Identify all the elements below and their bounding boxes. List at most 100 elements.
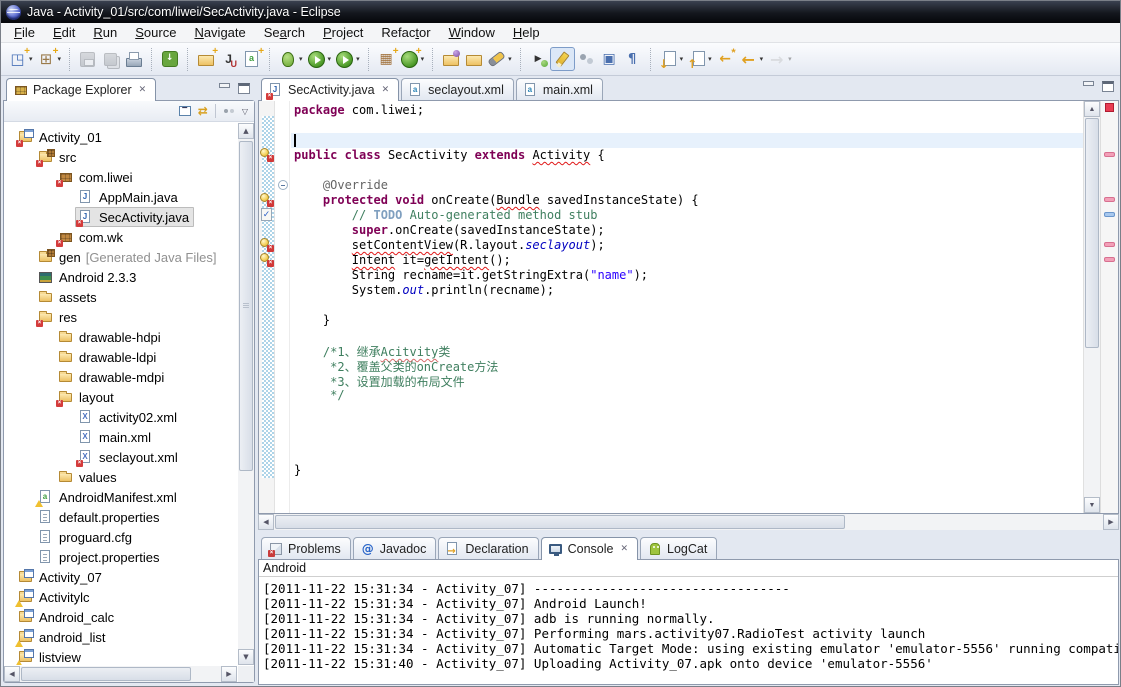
menu-search[interactable]: Search [255, 23, 314, 42]
new-java-project-icon[interactable]: ▾ [35, 47, 64, 71]
scrollbar-thumb[interactable] [275, 515, 845, 529]
error-marker-icon[interactable]: × [260, 193, 274, 207]
error-overview-marker[interactable] [1104, 242, 1115, 247]
menu-file[interactable]: File [5, 23, 44, 42]
save-all-icon[interactable] [99, 47, 122, 71]
tree-item-androidmanifest-xml[interactable]: AndroidManifest.xml [5, 487, 237, 507]
tree-item-com-liwei[interactable]: ×com.liwei [5, 167, 237, 187]
print-icon[interactable] [122, 47, 145, 71]
maximize-icon[interactable] [238, 83, 250, 94]
tree-item-proguard-cfg[interactable]: proguard.cfg [5, 527, 237, 547]
tree-item-drawable-hdpi[interactable]: drawable-hdpi [5, 327, 237, 347]
tree-item-android-2-3-3[interactable]: Android 2.3.3 [5, 267, 237, 287]
dropdown-arrow-icon[interactable]: ▾ [508, 55, 512, 63]
scrollbar-thumb[interactable] [239, 141, 253, 471]
scroll-down-icon[interactable]: ▼ [1084, 497, 1100, 513]
editor-vertical-scrollbar[interactable]: ▲ ▼ [1083, 101, 1100, 513]
mark-occurrences-icon[interactable] [550, 47, 575, 71]
error-summary-icon[interactable] [1105, 103, 1114, 112]
tree-item-gen[interactable]: gen [Generated Java Files] [5, 247, 237, 267]
tree-item-activitylc[interactable]: Activitylc [5, 587, 237, 607]
tree-item-appmain-java[interactable]: AppMain.java [5, 187, 237, 207]
new-junit-test-icon[interactable] [217, 47, 240, 71]
scroll-right-icon[interactable]: ▶ [1103, 514, 1119, 530]
error-marker-icon[interactable]: × [260, 238, 274, 252]
tree-item-assets[interactable]: assets [5, 287, 237, 307]
tree-item-activity-07[interactable]: Activity_07 [5, 567, 237, 587]
tree-item-android-calc[interactable]: Android_calc [5, 607, 237, 627]
minimize-icon[interactable] [219, 83, 230, 93]
console-tab-declaration[interactable]: Declaration [438, 537, 538, 559]
new-java-class-icon[interactable]: ▾ [398, 47, 427, 71]
console-tab-console[interactable]: Console✕ [541, 537, 638, 560]
dropdown-arrow-icon[interactable]: ▾ [680, 55, 684, 63]
last-edit-location-icon[interactable] [714, 47, 737, 71]
dropdown-arrow-icon[interactable]: ▾ [299, 55, 303, 63]
menu-source[interactable]: Source [126, 23, 185, 42]
save-icon[interactable] [76, 47, 99, 71]
error-marker-icon[interactable]: × [260, 148, 274, 162]
scroll-right-icon[interactable]: ▶ [221, 666, 237, 682]
error-marker-icon[interactable]: × [260, 253, 274, 267]
forward-icon[interactable]: ▾ [765, 47, 794, 71]
editor-tab-seclayout-xml[interactable]: seclayout.xml [401, 78, 514, 100]
new-android-project-icon[interactable] [194, 47, 217, 71]
dropdown-arrow-icon[interactable]: ▾ [328, 55, 332, 63]
view-menu-icon[interactable] [223, 107, 235, 115]
tree-item-layout[interactable]: ×layout [5, 387, 237, 407]
external-tools-icon[interactable]: ▾ [333, 47, 362, 71]
tree-item-project-properties[interactable]: project.properties [5, 547, 237, 567]
tree-item-main-xml[interactable]: main.xml [5, 427, 237, 447]
scroll-left-icon[interactable]: ◀ [258, 514, 274, 530]
scrollbar-thumb[interactable] [21, 667, 191, 681]
menu-chevron-icon[interactable]: ▽ [242, 107, 248, 116]
search-icon[interactable]: ▾ [485, 47, 514, 71]
overview-ruler[interactable] [1100, 101, 1118, 513]
console-tab-logcat[interactable]: LogCat [640, 537, 717, 559]
console-output[interactable]: [2011-11-22 15:31:34 - Activity_07] ----… [259, 577, 1118, 671]
debug-icon[interactable]: ▾ [276, 47, 305, 71]
menu-run[interactable]: Run [84, 23, 126, 42]
close-icon[interactable]: ✕ [382, 85, 390, 95]
package-explorer-tab[interactable]: Package Explorer ✕ [6, 78, 156, 101]
console-tab-javadoc[interactable]: Javadoc [353, 537, 437, 559]
close-icon[interactable]: ✕ [139, 85, 147, 95]
tree-item-default-properties[interactable]: default.properties [5, 507, 237, 527]
new-java-package-icon[interactable] [375, 47, 398, 71]
tree-item-activity02-xml[interactable]: activity02.xml [5, 407, 237, 427]
tree-item-listview[interactable]: listview [5, 647, 237, 665]
dropdown-arrow-icon[interactable]: ▾ [708, 55, 712, 63]
task-marker-icon[interactable]: ✓ [261, 208, 272, 221]
tree-horizontal-scrollbar[interactable]: ◀ ▶ [4, 666, 237, 682]
tree-item-drawable-ldpi[interactable]: drawable-ldpi [5, 347, 237, 367]
tree-vertical-scrollbar[interactable]: ▲ ▼ [238, 123, 254, 665]
tree-item-android-list[interactable]: android_list [5, 627, 237, 647]
new-wizard-icon[interactable]: ▾ [6, 47, 35, 71]
block-selection-icon[interactable] [598, 47, 621, 71]
scroll-down-icon[interactable]: ▼ [238, 649, 254, 665]
scroll-left-icon[interactable]: ◀ [4, 666, 20, 682]
previous-annotation-icon[interactable]: ▾ [685, 47, 714, 71]
menu-edit[interactable]: Edit [44, 23, 84, 42]
open-type-icon[interactable] [439, 47, 462, 71]
open-implementation-icon[interactable] [575, 47, 598, 71]
console-tab-problems[interactable]: Problems [261, 537, 351, 559]
error-overview-marker[interactable] [1104, 197, 1115, 202]
tree-item-values[interactable]: values [5, 467, 237, 487]
error-overview-marker[interactable] [1104, 152, 1115, 157]
dropdown-arrow-icon[interactable]: ▾ [760, 55, 764, 63]
dropdown-arrow-icon[interactable]: ▾ [788, 55, 792, 63]
code-editor[interactable]: package com.liwei;public class SecActivi… [291, 101, 1083, 513]
menu-project[interactable]: Project [314, 23, 372, 42]
scrollbar-thumb[interactable] [1085, 118, 1099, 348]
show-whitespace-icon[interactable] [621, 47, 644, 71]
editor-horizontal-scrollbar[interactable]: ◀ ▶ [258, 514, 1119, 530]
close-icon[interactable]: ✕ [620, 544, 628, 554]
menu-window[interactable]: Window [440, 23, 504, 42]
tree-item-activity-01[interactable]: ×Activity_01 [5, 127, 237, 147]
next-annotation-icon[interactable]: ▾ [657, 47, 686, 71]
menu-refactor[interactable]: Refactor [372, 23, 439, 42]
android-sdk-manager-icon[interactable] [158, 47, 181, 71]
menu-navigate[interactable]: Navigate [185, 23, 254, 42]
tree-item-src[interactable]: ×src [5, 147, 237, 167]
